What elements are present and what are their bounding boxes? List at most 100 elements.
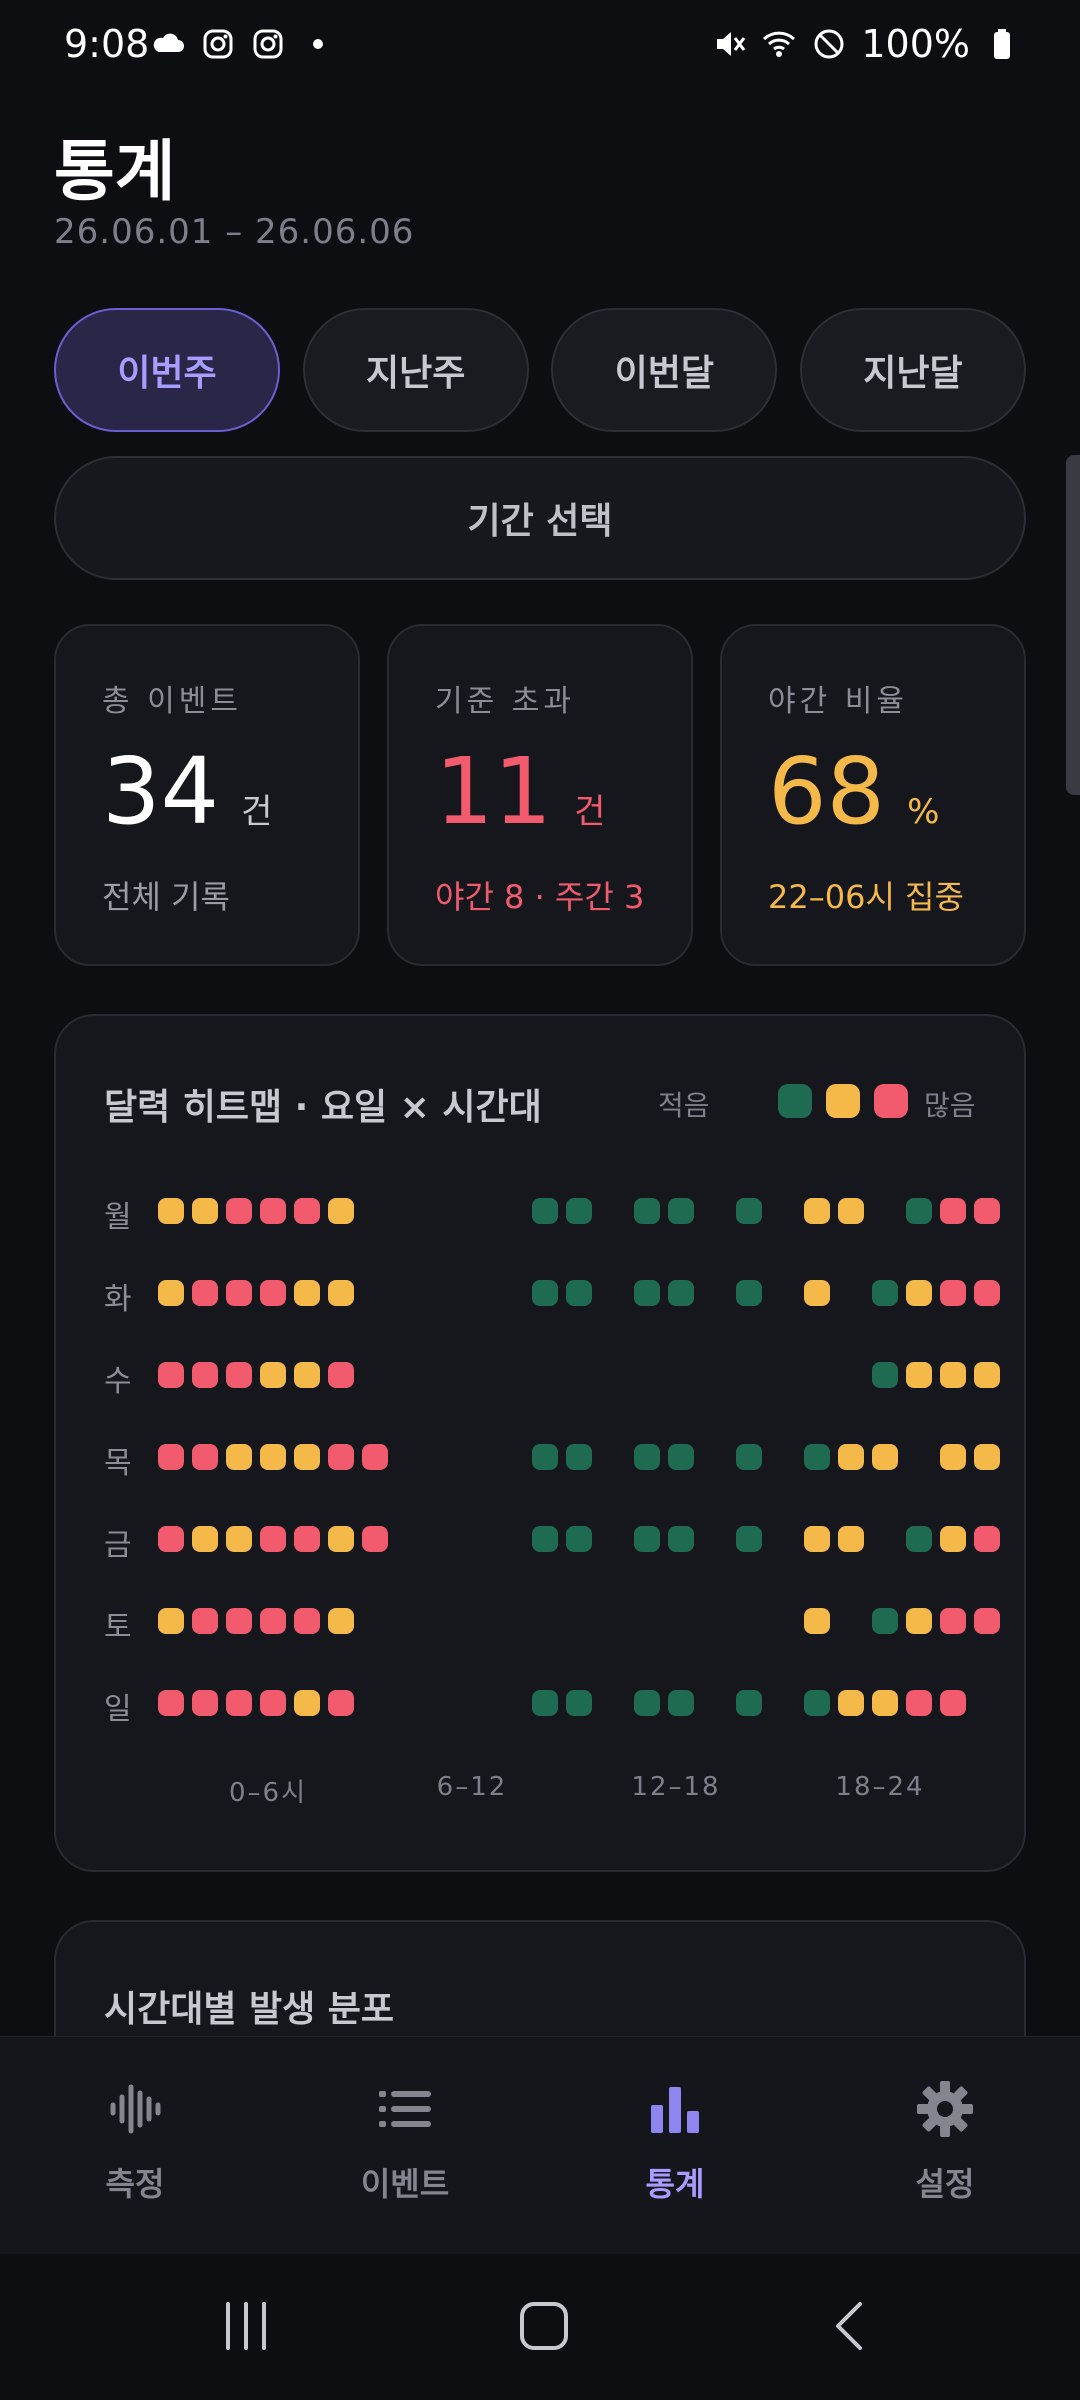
heatmap-cell <box>634 1444 660 1470</box>
gear-icon <box>917 2081 973 2137</box>
heatmap-cell <box>906 1608 932 1634</box>
nav-item-events[interactable]: 이벤트 <box>270 2037 540 2255</box>
heatmap-cell <box>838 1526 864 1552</box>
bar-chart-icon <box>651 2087 699 2133</box>
heatmap-day-label: 토 <box>104 1610 132 1645</box>
home-icon[interactable] <box>516 2298 572 2354</box>
chip-last-week[interactable]: 지난주 <box>302 308 529 432</box>
heatmap-cell <box>532 1526 558 1552</box>
axis-label: 6–12 <box>436 1772 508 1802</box>
heatmap-cell <box>328 1362 354 1388</box>
nav-label: 통계 <box>645 2165 705 2203</box>
axis-label: 18–24 <box>835 1772 925 1802</box>
heatmap-cell <box>260 1280 286 1306</box>
heatmap-cell <box>328 1690 354 1716</box>
heatmap-cell <box>736 1526 762 1552</box>
stat-unit: 건 <box>574 792 606 832</box>
stat-value: 34 <box>102 738 220 845</box>
distribution-title: 시간대별 발생 분포 <box>104 1989 395 2030</box>
heatmap-cell <box>192 1280 218 1306</box>
heatmap-cell <box>192 1362 218 1388</box>
stat-card-night-ratio: 야간 비율 68 % 22–06시 집중 <box>720 624 1026 966</box>
heatmap-cell <box>804 1608 830 1634</box>
heatmap-cell <box>260 1526 286 1552</box>
recent-apps-icon[interactable] <box>218 2298 274 2354</box>
chip-this-month[interactable]: 이번달 <box>551 308 778 432</box>
heatmap-cell <box>260 1608 286 1634</box>
scrollbar[interactable] <box>1066 455 1080 795</box>
heatmap-cell <box>158 1608 184 1634</box>
stat-unit: 건 <box>241 792 273 832</box>
legend-swatch-high <box>874 1084 908 1118</box>
chip-this-week[interactable]: 이번주 <box>54 308 280 432</box>
heatmap-cell <box>940 1526 966 1552</box>
heatmap-cell <box>158 1280 184 1306</box>
heatmap-day-label: 월 <box>104 1200 132 1235</box>
back-icon[interactable] <box>822 2298 878 2354</box>
heatmap-cell <box>906 1690 932 1716</box>
heatmap-cell <box>328 1444 354 1470</box>
heatmap-cell <box>328 1280 354 1306</box>
heatmap-cell <box>974 1444 1000 1470</box>
heatmap-cell <box>668 1444 694 1470</box>
legend-less-label: 적음 <box>658 1089 710 1122</box>
heatmap-cell <box>192 1526 218 1552</box>
instagram-icon <box>253 29 283 59</box>
heatmap-cell <box>872 1690 898 1716</box>
heatmap-cell <box>566 1526 592 1552</box>
heatmap-cell <box>736 1444 762 1470</box>
mute-icon <box>717 32 746 56</box>
stat-unit: % <box>907 792 940 832</box>
heatmap-cell <box>532 1280 558 1306</box>
nav-item-settings[interactable]: 설정 <box>810 2037 1080 2255</box>
heatmap-title: 달력 히트맵 · 요일 × 시간대 <box>104 1087 542 1128</box>
heatmap-cell <box>566 1690 592 1716</box>
nav-item-measure[interactable]: 측정 <box>0 2037 270 2255</box>
heatmap-day-label: 일 <box>104 1692 132 1727</box>
nav-item-stats[interactable]: 통계 <box>540 2037 810 2255</box>
legend-swatch-low <box>778 1084 812 1118</box>
heatmap-day-label: 목 <box>104 1446 132 1481</box>
heatmap-cell <box>532 1690 558 1716</box>
heatmap-cell <box>906 1526 932 1552</box>
heatmap-cell <box>158 1690 184 1716</box>
do-not-disturb-icon <box>814 29 844 59</box>
heatmap-card: 달력 히트맵 · 요일 × 시간대 적음 많음 0–6시 6–12 12–18 … <box>54 1014 1026 1872</box>
heatmap-cell <box>158 1526 184 1552</box>
nav-label: 측정 <box>105 2165 165 2203</box>
heatmap-cell <box>226 1280 252 1306</box>
stat-sub: 22–06시 집중 <box>768 878 964 916</box>
heatmap-cell <box>736 1690 762 1716</box>
axis-label: 12–18 <box>631 1772 721 1802</box>
heatmap-cell <box>668 1690 694 1716</box>
heatmap-cell <box>328 1526 354 1552</box>
heatmap-cell <box>804 1690 830 1716</box>
heatmap-cell <box>974 1198 1000 1224</box>
heatmap-cell <box>158 1198 184 1224</box>
period-select-button[interactable]: 기간 선택 <box>54 456 1026 580</box>
page-title: 통계 <box>54 133 176 210</box>
battery-icon <box>994 29 1010 59</box>
list-icon <box>379 2091 431 2127</box>
battery-percent: 100% <box>861 22 970 66</box>
heatmap-cell <box>192 1608 218 1634</box>
heatmap-cell <box>940 1198 966 1224</box>
legend-swatch-mid <box>826 1084 860 1118</box>
chip-last-month[interactable]: 지난달 <box>799 308 1026 432</box>
stat-sub: 전체 기록 <box>102 878 230 916</box>
heatmap-cell <box>668 1198 694 1224</box>
heatmap-cell <box>328 1198 354 1224</box>
heatmap-cell <box>158 1362 184 1388</box>
stat-label: 기준 초과 <box>435 684 575 719</box>
system-nav-bar <box>0 2254 1080 2400</box>
heatmap-cell <box>872 1444 898 1470</box>
heatmap-cell <box>192 1690 218 1716</box>
heatmap-cell <box>192 1198 218 1224</box>
wifi-icon <box>763 31 796 57</box>
heatmap-day-label: 수 <box>104 1364 132 1399</box>
heatmap-cell <box>940 1444 966 1470</box>
stat-card-exceeded: 기준 초과 11 건 야간 8 · 주간 3 <box>387 624 693 966</box>
heatmap-cell <box>804 1198 830 1224</box>
heatmap-cell <box>634 1198 660 1224</box>
heatmap-cell <box>804 1280 830 1306</box>
